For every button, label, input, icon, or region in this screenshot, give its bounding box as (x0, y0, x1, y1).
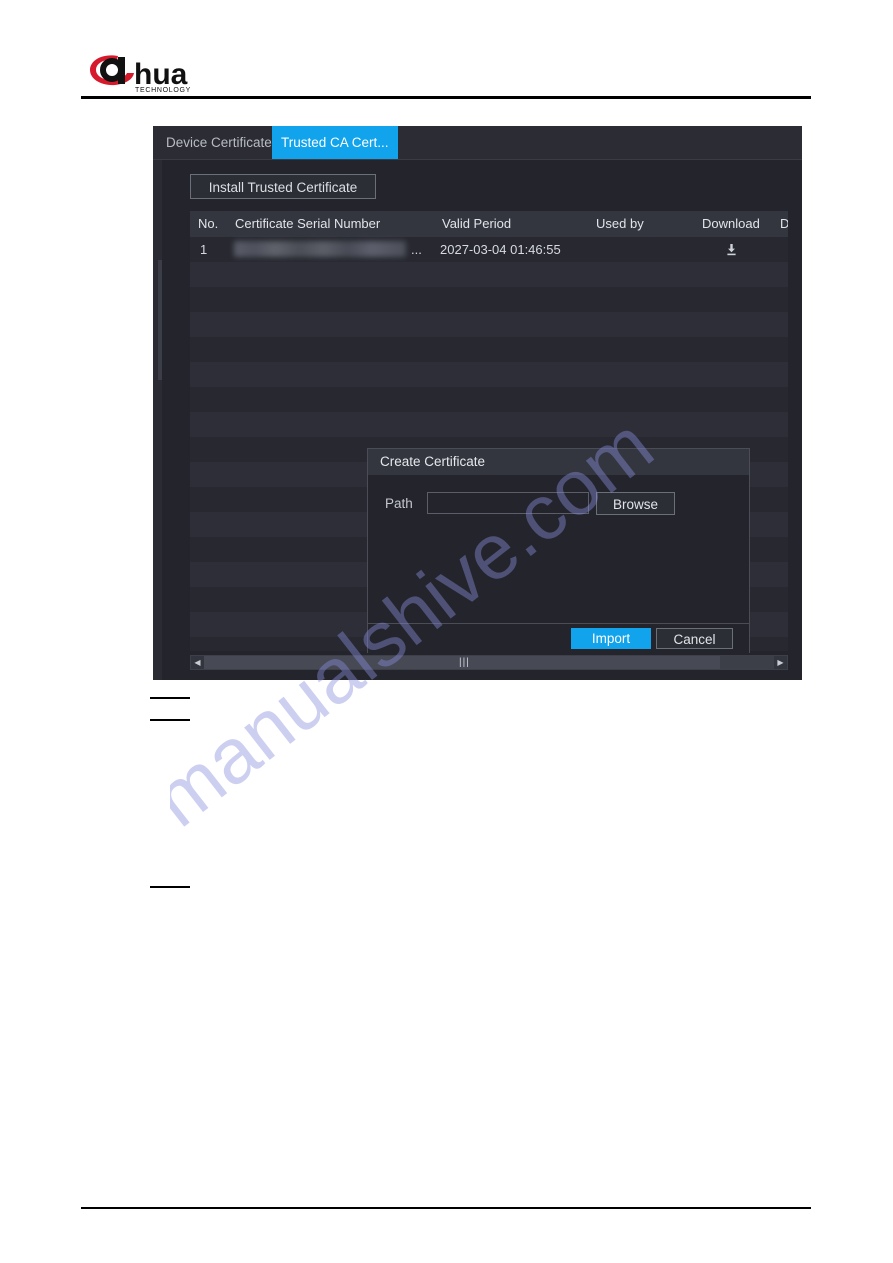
column-header-used-by: Used by (596, 216, 644, 231)
scrollbar-grip-icon: ||| (459, 657, 470, 668)
table-row-empty (190, 337, 788, 362)
dialog-footer: Import Cancel (368, 623, 749, 653)
column-header-valid-period: Valid Period (442, 216, 512, 231)
cell-serial-truncation: ... (411, 242, 422, 257)
table-row-empty (190, 387, 788, 412)
tab-bar: Device Certificate Trusted CA Cert... (153, 126, 802, 160)
footer-divider (81, 1207, 811, 1209)
table-row-empty (190, 312, 788, 337)
dahua-logo-svg: hua TECHNOLOGY (90, 55, 191, 94)
redaction-line (150, 719, 190, 721)
install-trusted-certificate-button[interactable]: Install Trusted Certificate (190, 174, 376, 199)
logo-a-bowl (100, 58, 124, 82)
cell-valid-period: 2027-03-04 01:46:55 (440, 242, 561, 257)
cancel-button[interactable]: Cancel (656, 628, 733, 649)
download-icon-svg (726, 244, 736, 256)
tab-trusted-ca-certificate[interactable]: Trusted CA Cert... (272, 126, 398, 160)
dialog-title: Create Certificate (368, 449, 749, 475)
download-icon[interactable] (723, 237, 739, 262)
dahua-logo: hua TECHNOLOGY (88, 48, 208, 94)
redaction-line (150, 697, 190, 699)
scrollbar-track[interactable]: ||| (204, 656, 774, 669)
create-certificate-dialog: Create Certificate Path Browse Import Ca… (367, 448, 750, 653)
dialog-body: Path Browse (368, 475, 749, 623)
path-label: Path (385, 496, 413, 511)
browse-button[interactable]: Browse (596, 492, 675, 515)
table-header-row: No. Certificate Serial Number Valid Peri… (190, 211, 788, 237)
tab-device-certificate[interactable]: Device Certificate (157, 126, 281, 160)
scroll-right-arrow-icon[interactable]: ▶ (774, 656, 787, 669)
header-divider (81, 96, 811, 99)
table-row-empty (190, 362, 788, 387)
column-header-download: Download (702, 216, 760, 231)
path-input[interactable] (427, 492, 589, 514)
nav-edge-sliver (153, 160, 162, 680)
import-button[interactable]: Import (571, 628, 651, 649)
scrollbar-thumb[interactable]: ||| (204, 656, 720, 669)
column-header-no: No. (198, 216, 219, 231)
cell-no: 1 (200, 242, 208, 257)
scroll-left-arrow-icon[interactable]: ◀ (191, 656, 204, 669)
table-row-empty (190, 262, 788, 287)
column-header-serial: Certificate Serial Number (235, 216, 381, 231)
logo-tagline: TECHNOLOGY (135, 87, 191, 94)
table-row-empty (190, 412, 788, 437)
table-row[interactable]: 1 ... 2027-03-04 01:46:55 (190, 237, 788, 262)
cell-serial-number-redacted (234, 241, 406, 257)
table-row-empty (190, 287, 788, 312)
column-header-delete: D (780, 216, 788, 231)
device-ui-screenshot: Device Certificate Trusted CA Cert... In… (153, 126, 802, 680)
horizontal-scrollbar[interactable]: ◀ ||| ▶ (190, 655, 788, 670)
redaction-line (150, 886, 190, 888)
